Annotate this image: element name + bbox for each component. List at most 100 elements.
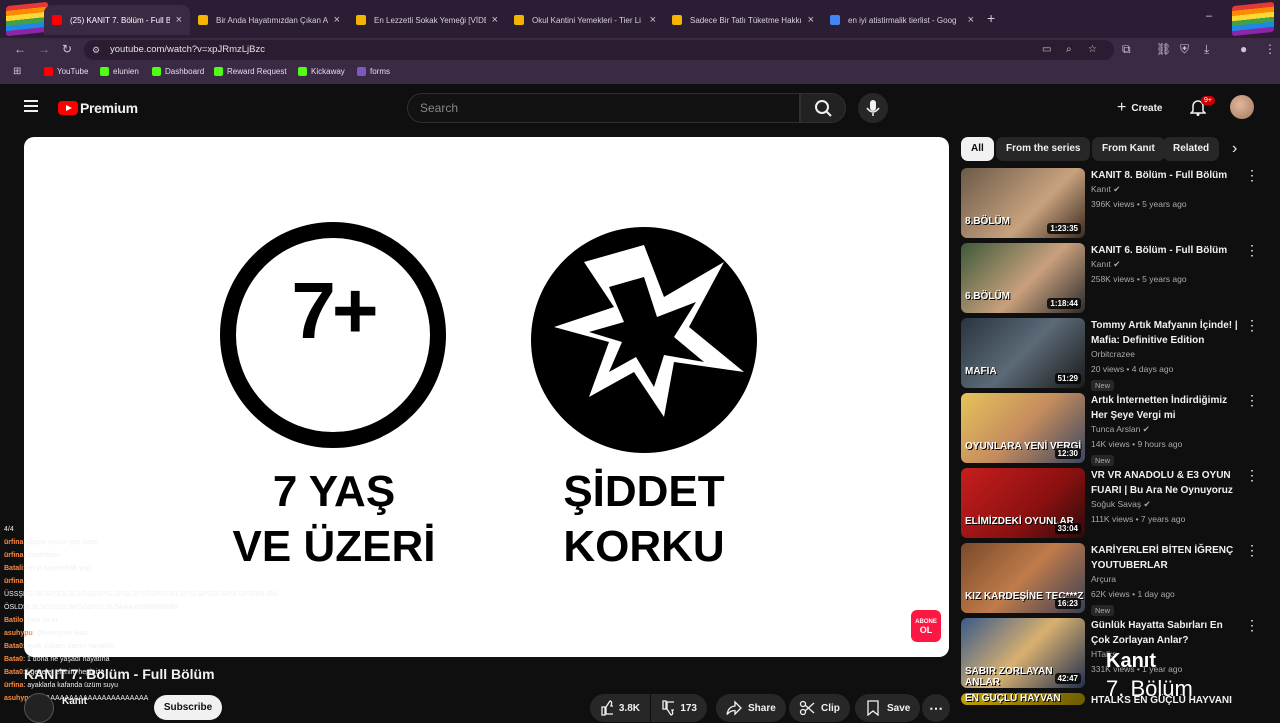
tab-close-icon[interactable]: × — [492, 14, 498, 26]
menu-dots-icon[interactable]: ⋮ — [1264, 42, 1276, 56]
like-count: 3.8K — [618, 702, 640, 714]
hamburger-menu-icon[interactable] — [24, 100, 38, 112]
browser-tab[interactable]: (25) KANIT 7. Bölüm - Full Bölüm × — [44, 5, 190, 35]
bookmark-item[interactable]: Reward Request — [214, 67, 287, 76]
bookmark-item[interactable]: YouTube — [44, 67, 88, 76]
recommended-video[interactable]: KIZ KARDEŞİNE TEC***Z 16:23 KARİYERLERİ Bİ… — [961, 543, 1266, 616]
recommended-video[interactable]: ELİMİZDEKİ OYUNLAR 33:04 VR VR ANADOLU & E… — [961, 468, 1266, 538]
video-options-icon[interactable]: ⋮ — [1245, 618, 1259, 632]
channel-avatar[interactable] — [24, 693, 54, 723]
tab-close-icon[interactable]: × — [968, 14, 974, 26]
video-options-icon[interactable]: ⋮ — [1245, 243, 1259, 257]
dislike-button[interactable]: 173 — [651, 694, 707, 722]
bookmark-item[interactable]: Kickaway — [298, 67, 345, 76]
recommended-channel-name[interactable]: Kanıt ✔ — [1091, 184, 1120, 195]
video-thumbnail[interactable]: MAFIA 51:29 — [961, 318, 1085, 388]
recommended-channel-name[interactable]: Arçura — [1091, 574, 1116, 584]
recommended-video[interactable]: 8.BÖLÜM 1:23:35 KANIT 8. Bölüm - Full Bölü… — [961, 168, 1266, 238]
create-button[interactable]: + Create — [1109, 94, 1170, 122]
chips-next-icon[interactable]: › — [1232, 140, 1237, 158]
apps-grid-icon[interactable]: ⊞ — [13, 66, 21, 77]
like-button[interactable]: 3.8K — [590, 694, 650, 722]
link-icon[interactable]: ⛓ — [1156, 42, 1171, 56]
download-icon[interactable]: ⤓ — [1204, 42, 1209, 57]
browser-tab[interactable]: Bir Anda Hayatımızdan Çıkan A × — [190, 7, 348, 33]
video-thumbnail[interactable]: 6.BÖLÜM 1:18:44 — [961, 243, 1085, 313]
more-actions-button[interactable]: ⋯ — [922, 694, 950, 722]
zoom-icon[interactable]: ⌕ — [1066, 40, 1072, 60]
recommended-video[interactable]: OYUNLARA YENİ VERGİ 12:30 Artık İnternette… — [961, 393, 1266, 466]
save-button[interactable]: Save — [855, 694, 921, 722]
channel-label: Orbitcrazee — [1091, 349, 1135, 359]
recommended-video-title[interactable]: Artık İnternetten İndirdiğimiz Her Şeye … — [1091, 393, 1241, 423]
recommended-video[interactable]: MAFIA 51:29 Tommy Artık Mafyanın İçinde! |… — [961, 318, 1266, 391]
video-options-icon[interactable]: ⋮ — [1245, 543, 1259, 557]
recommended-channel-name[interactable]: Soğuk Savaş ✔ — [1091, 499, 1151, 510]
tab-close-icon[interactable]: × — [808, 14, 814, 26]
profile-icon[interactable]: ● — [1240, 42, 1247, 56]
youtube-premium-logo[interactable]: Premium — [58, 100, 138, 116]
filter-chip[interactable]: All — [961, 137, 994, 161]
extensions-icon[interactable]: ⧉ — [1122, 42, 1131, 57]
search-button[interactable] — [800, 93, 846, 123]
search-input[interactable]: Search — [407, 93, 800, 123]
tab-close-icon[interactable]: × — [334, 14, 340, 26]
bookmark-star-icon[interactable]: ☆ — [1088, 40, 1097, 60]
video-options-icon[interactable]: ⋮ — [1245, 468, 1259, 482]
subscribe-watermark[interactable]: ABONE OL — [911, 610, 941, 642]
share-button[interactable]: Share — [716, 694, 786, 722]
recommended-video-title[interactable]: Günlük Hayatta Sabırları En Çok Zorlayan… — [1091, 618, 1241, 648]
clip-button[interactable]: Clip — [789, 694, 850, 722]
video-thumbnail[interactable]: EN GÜÇLÜ HAYVAN — [961, 693, 1085, 705]
account-avatar[interactable] — [1230, 95, 1254, 119]
filter-chip[interactable]: Related — [1163, 137, 1220, 161]
reload-icon[interactable]: ↻ — [62, 42, 72, 56]
bookmarks-bar: ⊞ YouTube elunien Dashboard Reward Request K… — [0, 62, 1280, 84]
recommended-video-title[interactable]: KANIT 8. Bölüm - Full Bölüm — [1091, 168, 1241, 183]
recommended-channel-name[interactable]: Tunca Arslan ✔ — [1091, 424, 1150, 435]
recommended-video-title[interactable]: KARİYERLERİ BİTEN İĞRENÇ YOUTUBERLAR — [1091, 543, 1241, 573]
cast-icon[interactable]: ▭ — [1042, 40, 1051, 60]
video-thumbnail[interactable]: OYUNLARA YENİ VERGİ 12:30 — [961, 393, 1085, 463]
recommended-video-title[interactable]: KANIT 6. Bölüm - Full Bölüm — [1091, 243, 1241, 258]
video-thumbnail[interactable]: KIZ KARDEŞİNE TEC***Z 16:23 — [961, 543, 1085, 613]
shield-icon[interactable]: ⛨ — [1180, 42, 1189, 57]
video-options-icon[interactable]: ⋮ — [1245, 318, 1259, 332]
video-options-icon[interactable]: ⋮ — [1245, 168, 1259, 182]
recommended-video-title[interactable]: Tommy Artık Mafyanın İçinde! | Mafia: De… — [1091, 318, 1241, 348]
bookmark-item[interactable]: forms — [357, 67, 390, 76]
bookmark-item[interactable]: elunien — [100, 67, 139, 76]
video-thumbnail[interactable]: ELİMİZDEKİ OYUNLAR 33:04 — [961, 468, 1085, 538]
tab-close-icon[interactable]: × — [650, 14, 656, 26]
recommended-video-meta: 62K views • 1 day ago — [1091, 589, 1175, 599]
tab-close-icon[interactable]: × — [176, 14, 182, 26]
create-label: Create — [1131, 102, 1163, 114]
video-thumbnail[interactable]: SABIR ZORLAYAN ANLAR 42:47 — [961, 618, 1085, 688]
tab-favicon-icon — [514, 15, 524, 25]
channel-name[interactable]: Kanıt — [62, 696, 87, 707]
browser-tab[interactable]: Okul Kantini Yemekleri - Tier Li × — [506, 7, 664, 33]
filter-chip[interactable]: From the series — [996, 137, 1091, 161]
chat-message: ürfina: — [4, 578, 25, 585]
minimize-button[interactable]: – — [1206, 10, 1212, 22]
voice-search-button[interactable] — [858, 93, 888, 123]
filter-chip[interactable]: From Kanıt — [1092, 137, 1165, 161]
video-thumbnail[interactable]: 8.BÖLÜM 1:23:35 — [961, 168, 1085, 238]
browser-tab[interactable]: Sadece Bir Tatlı Tüketme Hakkı × — [664, 7, 822, 33]
recommended-video-title[interactable]: VR VR ANADOLU & E3 OYUN FUARI | Bu Ara N… — [1091, 468, 1241, 498]
chat-message: 4/4 — [4, 526, 14, 533]
browser-tab[interactable]: en iyi atistirmalik tierlist - Goog × — [822, 7, 982, 33]
chat-username: Batali — [4, 565, 24, 572]
address-bar[interactable]: ⚙ youtube.com/watch?v=xpJRmzLjBzc ▭ ⌕ ☆ — [84, 40, 1114, 60]
recommended-channel-name[interactable]: Kanıt ✔ — [1091, 259, 1120, 270]
site-info-icon[interactable]: ⚙ — [92, 40, 100, 60]
recommended-channel-name[interactable]: Orbitcrazee — [1091, 349, 1135, 359]
new-tab-button[interactable]: + — [987, 10, 995, 26]
back-icon[interactable]: ← — [14, 42, 26, 56]
recommended-video[interactable]: 6.BÖLÜM 1:18:44 KANIT 6. Bölüm - Full Bölü… — [961, 243, 1266, 313]
bookmark-item[interactable]: Dashboard — [152, 67, 204, 76]
subscribe-button[interactable]: Subscribe — [154, 695, 222, 720]
browser-tab[interactable]: En Lezzetli Sokak Yemeği [VİDE × — [348, 7, 506, 33]
video-options-icon[interactable]: ⋮ — [1245, 393, 1259, 407]
forward-icon[interactable]: → — [38, 42, 50, 56]
